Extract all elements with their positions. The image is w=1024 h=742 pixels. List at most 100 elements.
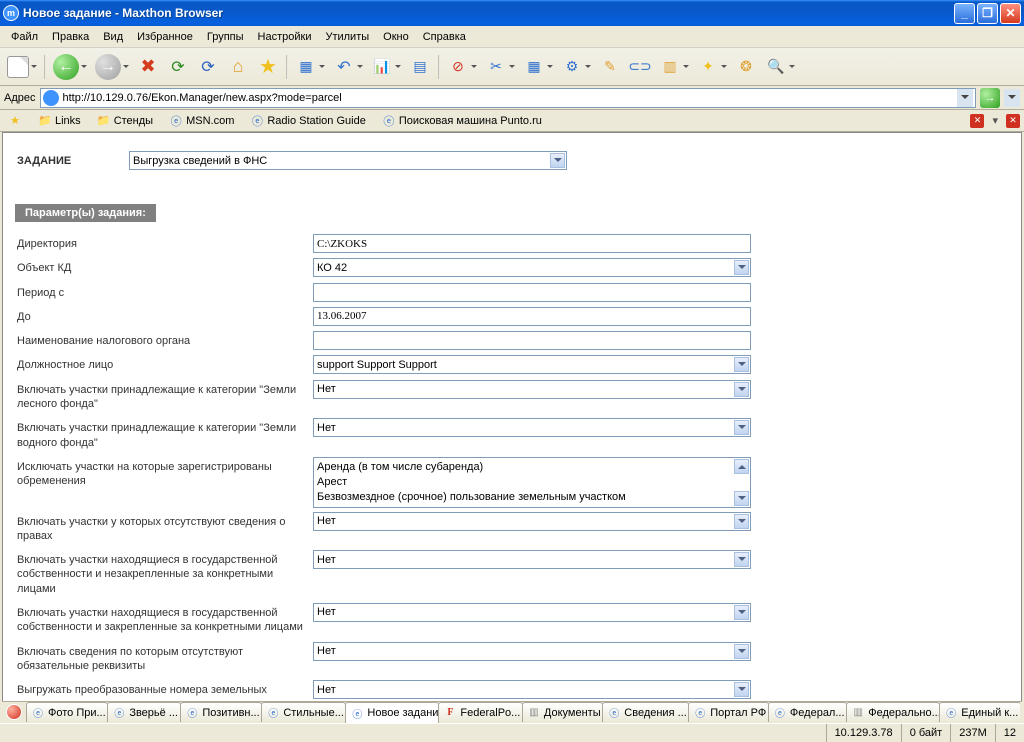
link-label: Links (55, 115, 81, 127)
select-input[interactable]: Нет (313, 418, 751, 437)
tool-button-7[interactable]: ⚙ (558, 52, 594, 82)
scroll-up-icon[interactable] (734, 459, 749, 474)
multiselect-option[interactable]: Арест (317, 475, 732, 490)
go-dropdown[interactable] (1004, 89, 1020, 107)
text-input[interactable] (313, 283, 751, 302)
menu-groups[interactable]: Группы (200, 29, 251, 45)
tool-button-11[interactable]: ✦ (694, 52, 730, 82)
browser-tab[interactable]: ⓔЗверьё ... (107, 702, 181, 722)
close-button[interactable]: ✕ (1000, 3, 1021, 24)
menu-help[interactable]: Справка (416, 29, 473, 45)
undo-button[interactable]: ↶ (330, 52, 366, 82)
select-value: Нет (317, 606, 336, 618)
browser-tab[interactable]: ▥Федерально... (846, 702, 940, 722)
multiselect-option[interactable]: Безвозмездное (срочное) пользование земе… (317, 490, 732, 505)
link-punto[interactable]: ⓔПоисковая машина Punto.ru (378, 113, 546, 129)
menu-settings[interactable]: Настройки (251, 29, 319, 45)
tool-button-6[interactable]: ▦ (520, 52, 556, 82)
go-button[interactable]: → (980, 88, 1000, 108)
favorites-button[interactable]: ★ (254, 52, 282, 82)
link-stands[interactable]: 📁Стенды (93, 113, 157, 129)
menu-file[interactable]: Файл (4, 29, 45, 45)
tool-button-13[interactable]: 🔍 (762, 52, 798, 82)
home-button[interactable]: ⌂ (224, 52, 252, 82)
select-input[interactable]: Нет (313, 550, 751, 569)
tool-button-5[interactable]: ✂ (482, 52, 518, 82)
window-title: Новое задание - Maxthon Browser (23, 6, 952, 20)
toolbar-separator (286, 55, 288, 79)
form-icon: ▤ (409, 56, 431, 78)
browser-tab[interactable]: ⓔПозитивн... (180, 702, 262, 722)
tool-button-3[interactable]: ▤ (406, 52, 434, 82)
multiselect-option[interactable]: Аренда (в том числе субаренда) (317, 460, 732, 475)
close-box-2[interactable]: ✕ (1006, 114, 1020, 128)
ie-icon: ⓔ (169, 114, 183, 128)
menu-utilities[interactable]: Утилиты (318, 29, 376, 45)
browser-tab[interactable]: ⓔНовое задание (345, 702, 439, 723)
minimize-button[interactable]: _ (954, 3, 975, 24)
tool-button-2[interactable]: 📊 (368, 52, 404, 82)
stop-button[interactable]: ✖ (134, 52, 162, 82)
tool-button-12[interactable]: ❂ (732, 52, 760, 82)
tool-button-10[interactable]: ▥ (656, 52, 692, 82)
tool-button-8[interactable]: ✎ (596, 52, 624, 82)
browser-tab[interactable]: ⓔСведения ... (602, 702, 689, 722)
browser-tab[interactable]: ⓔФедерал... (768, 702, 847, 722)
param-label: До (17, 307, 313, 327)
app-icon: m (3, 5, 19, 21)
link-star[interactable]: ★ (4, 113, 26, 129)
link-radio[interactable]: ⓔRadio Station Guide (246, 113, 369, 129)
select-input[interactable]: Нет (313, 380, 751, 399)
text-input[interactable] (313, 331, 751, 350)
tool-button-9[interactable]: ⊂⊃ (626, 52, 654, 82)
url-input[interactable] (63, 92, 958, 104)
reload2-button[interactable]: ⟳ (194, 52, 222, 82)
link-msn[interactable]: ⓔMSN.com (165, 113, 238, 129)
status-bar: 10.129.3.78 0 байт 237M 12 (0, 723, 1024, 742)
select-input[interactable]: support Support Support (313, 355, 751, 374)
text-input[interactable] (313, 234, 751, 253)
param-row: Наименование налогового органа (11, 329, 805, 353)
address-bar: Адрес → (0, 86, 1024, 110)
browser-tab[interactable]: ⓔСтильные... (261, 702, 346, 722)
new-tab-button[interactable] (4, 52, 40, 82)
link-links[interactable]: 📁Links (34, 113, 85, 129)
browser-tab[interactable]: FFederalPo... (438, 702, 522, 722)
task-select[interactable]: Выгрузка сведений в ФНС (129, 151, 567, 170)
text-input[interactable] (313, 307, 751, 326)
select-input[interactable]: Нет (313, 603, 751, 622)
reload2-icon: ⟳ (197, 56, 219, 78)
tab-stop-button[interactable] (6, 704, 22, 720)
menu-bar: Файл Правка Вид Избранное Группы Настрой… (0, 26, 1024, 48)
multiselect-input[interactable]: Аренда (в том числе субаренда)АрестБезво… (313, 457, 751, 508)
maximize-button[interactable]: ❐ (977, 3, 998, 24)
menu-favorites[interactable]: Избранное (130, 29, 200, 45)
select-input[interactable]: Нет (313, 642, 751, 661)
ie-icon: ⓔ (773, 706, 787, 720)
star-icon: ★ (257, 56, 279, 78)
scroll-down-icon[interactable] (734, 491, 749, 506)
tool-button-4[interactable]: ⊘ (444, 52, 480, 82)
tab-label: Зверьё ... (129, 707, 178, 719)
browser-tab[interactable]: ⓔЕдиный к... (939, 702, 1020, 722)
browser-tab[interactable]: ⓔФото При... (26, 702, 108, 722)
menu-view[interactable]: Вид (96, 29, 130, 45)
tool-button-1[interactable]: ▦ (292, 52, 328, 82)
menu-edit[interactable]: Правка (45, 29, 96, 45)
select-input[interactable]: КО 42 (313, 258, 751, 277)
site-favicon (43, 90, 59, 106)
browser-tab[interactable]: ⓔПортал РФ (688, 702, 769, 722)
ie-icon: ⓔ (693, 706, 707, 720)
address-input-wrapper[interactable] (40, 88, 977, 108)
address-dropdown[interactable] (957, 89, 973, 107)
block-icon: ⊘ (447, 56, 469, 78)
reload-button[interactable]: ⟳ (164, 52, 192, 82)
tab-label: Фото При... (48, 707, 106, 719)
close-box-1[interactable]: ✕ (970, 114, 984, 128)
select-input[interactable]: Нет (313, 512, 751, 531)
browser-tab[interactable]: ▥Документы (522, 702, 603, 722)
back-button[interactable]: ← (50, 52, 90, 82)
menu-window[interactable]: Окно (376, 29, 416, 45)
forward-button[interactable]: → (92, 52, 132, 82)
select-input[interactable]: Нет (313, 680, 751, 699)
